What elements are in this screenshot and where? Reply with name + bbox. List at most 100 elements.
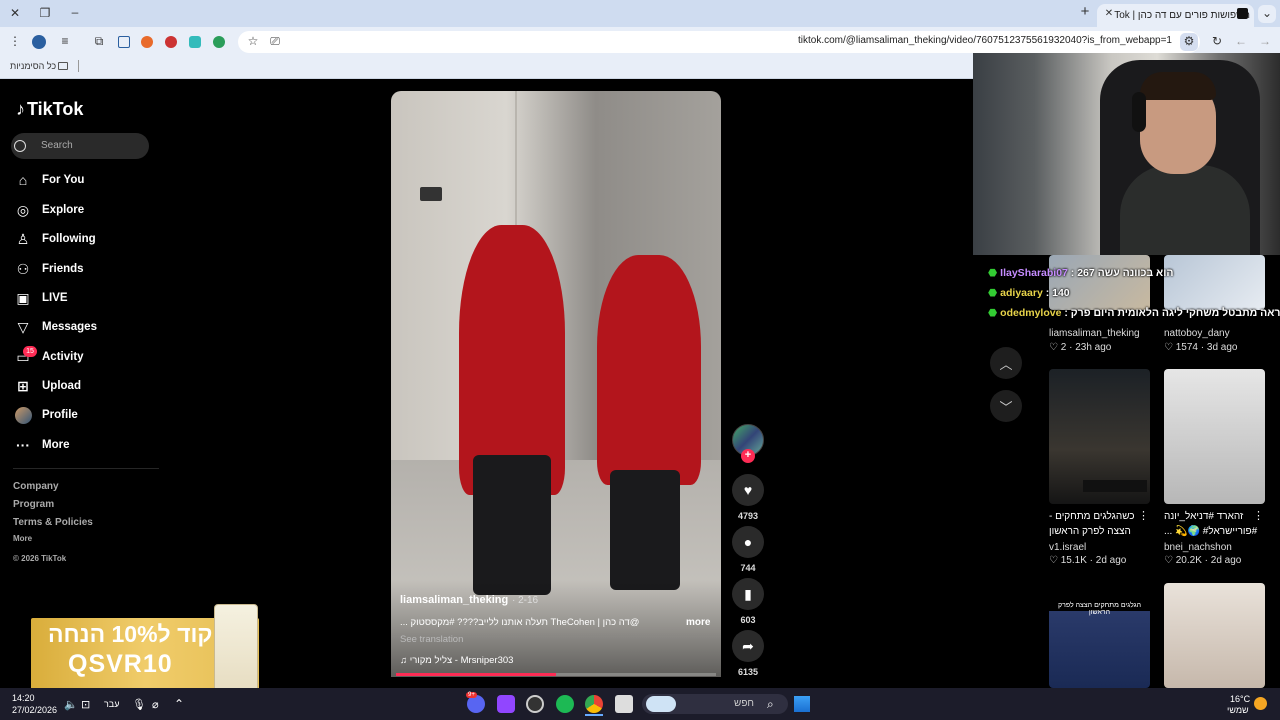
grid-author-1[interactable]: liamsaliman_theking	[1049, 328, 1140, 339]
close-window-icon[interactable]: ✕	[6, 5, 24, 23]
extension-green-icon[interactable]	[213, 36, 225, 48]
tiktok-note-icon: ♪	[16, 99, 25, 119]
grid-thumb-6[interactable]	[1164, 583, 1265, 688]
tab-title: חשפושות פורים עם דה כהן | Tok	[1114, 10, 1250, 21]
grid-thumb-4[interactable]	[1164, 369, 1265, 504]
comment-count: 744	[740, 563, 756, 573]
compass-icon: ◎	[16, 201, 30, 218]
extensions-puzzle-icon[interactable]: ⧉	[90, 33, 108, 51]
chat-badge-icon: ⬣	[988, 267, 998, 279]
weather-desc[interactable]: שמשי	[1227, 705, 1249, 715]
all-bookmarks-label[interactable]: כל הסימניות	[10, 61, 56, 71]
new-tab-icon[interactable]: +	[1076, 4, 1094, 22]
video-progress-bar[interactable]	[396, 673, 716, 676]
nav-profile[interactable]: Profile	[14, 403, 164, 427]
follow-plus-icon[interactable]: +	[741, 449, 755, 463]
grid-title-4[interactable]: זהארד #דניאל_יונה #פוריישראל# 🌍💫 ...	[1164, 509, 1264, 539]
active-tab[interactable]: חשפושות פורים עם דה כהן | Tok	[1097, 4, 1254, 27]
nav-upload[interactable]: ⊞ Upload	[14, 374, 164, 398]
grid-options-3-icon[interactable]: ⋮	[1138, 509, 1149, 522]
cast-icon[interactable]: ⎚	[266, 33, 284, 51]
grid-thumb-2[interactable]	[1164, 255, 1265, 310]
weather-temp[interactable]: 16°C	[1230, 694, 1250, 704]
profile-avatar-icon[interactable]	[32, 35, 46, 49]
grid-author-3[interactable]: v1.israel	[1049, 542, 1086, 553]
menu-kebab-icon[interactable]: ⋮	[6, 33, 24, 51]
share-button[interactable]: ➦	[732, 630, 764, 662]
site-settings-icon[interactable]: ⚙	[1180, 33, 1198, 51]
footer-program[interactable]: Program	[13, 499, 54, 510]
grid-thumb-1[interactable]	[1049, 255, 1150, 310]
video-author[interactable]: liamsaliman_theking	[400, 594, 508, 606]
grid-title-3[interactable]: כשהגלגים מתחקים - הצצה לפרק הראשון	[1049, 509, 1149, 539]
twitch-icon[interactable]	[497, 695, 515, 713]
extension-screen-icon[interactable]	[118, 36, 130, 48]
nav-following[interactable]: ♙ Following	[14, 227, 164, 251]
extension-orange-icon[interactable]	[141, 36, 153, 48]
tiktok-logo[interactable]: ♪ TikTok	[16, 99, 83, 120]
comment-icon: ●	[743, 534, 753, 550]
grid-options-4-icon[interactable]: ⋮	[1253, 509, 1264, 522]
footer-more[interactable]: More	[13, 534, 32, 543]
clock-time[interactable]: 14:20	[12, 693, 35, 703]
tab-search-chevron-icon[interactable]: ⌄	[1258, 5, 1276, 23]
activity-badge: 15	[23, 346, 37, 357]
back-icon[interactable]: →	[1256, 33, 1274, 51]
nav-live[interactable]: ▣ LIVE	[14, 286, 164, 310]
nav-friends[interactable]: ⚇ Friends	[14, 257, 164, 281]
nav-explore[interactable]: ◎ Explore	[14, 198, 164, 222]
video-child-right	[597, 255, 701, 485]
grid-thumb-5[interactable]	[1049, 583, 1150, 688]
clock-date[interactable]: 27/02/2026	[12, 705, 57, 715]
language-indicator[interactable]: עבר	[104, 699, 119, 709]
grid-thumb-3-caption-strip	[1083, 480, 1147, 492]
extension-teal-icon[interactable]	[189, 36, 201, 48]
chat-message: ⬣ odedmylove : שכנראה מתבטל משחקי ליגה הל…	[988, 307, 1280, 319]
nav-messages[interactable]: ▽ Messages	[14, 315, 164, 339]
tab-close-icon[interactable]: ✕	[1100, 6, 1118, 24]
like-button[interactable]: ♥	[732, 474, 764, 506]
webcam-headset	[1132, 92, 1146, 132]
save-button[interactable]: ▮	[732, 578, 764, 610]
url-text[interactable]: tiktok.com/@liamsaliman_theking/video/76…	[798, 35, 1172, 46]
search-input[interactable]: Search	[11, 133, 149, 159]
spotify-icon[interactable]	[556, 695, 574, 713]
network-icon[interactable]: ⊡	[81, 698, 90, 711]
previous-video-button[interactable]: ︿	[990, 347, 1022, 379]
grid-meta-2: ♡ 1574 · 3d ago	[1164, 342, 1238, 353]
nav-more[interactable]: ··· More	[14, 433, 164, 457]
grid-meta-4: ♡ 20.2K · 2d ago	[1164, 555, 1242, 566]
volume-icon[interactable]: 🔈	[64, 698, 78, 711]
chevron-down-icon: ﹀	[999, 399, 1013, 415]
obs-icon[interactable]	[526, 695, 544, 713]
grid-thumb-5-text: הגלגים מתחקים הצצה לפרק הראשון	[1057, 602, 1142, 616]
extension-red-icon[interactable]	[165, 36, 177, 48]
grid-author-4[interactable]: bnei_nachshon	[1164, 542, 1232, 553]
heart-outline-icon: ♡	[1164, 342, 1176, 353]
comment-button[interactable]: ●	[732, 526, 764, 558]
windows-start-icon[interactable]	[794, 696, 810, 712]
bookmark-star-icon[interactable]: ☆	[244, 33, 262, 51]
grid-meta-1: ♡ 2 · 23h ago	[1049, 342, 1112, 353]
caption-more-button[interactable]: more	[686, 617, 710, 628]
video-music[interactable]: ♫ צליל מקורי - Mrsniper303	[400, 655, 513, 666]
chevron-up-tray-icon[interactable]: ⌃	[174, 697, 184, 711]
see-translation-link[interactable]: See translation	[400, 634, 463, 645]
reload-icon[interactable]: ↻	[1208, 33, 1226, 51]
forward-icon[interactable]: ←	[1232, 33, 1250, 51]
microphone-icon[interactable]: 🎙	[132, 698, 146, 711]
file-explorer-icon[interactable]	[615, 695, 633, 713]
footer-terms[interactable]: Terms & Policies	[13, 517, 93, 528]
nav-for-you[interactable]: ⌂ For You	[14, 168, 164, 192]
chrome-icon[interactable]	[585, 695, 603, 713]
chat-message: ⬣ IlaySharabi07 : 267 הוא בכוונה עשה	[988, 267, 1174, 279]
minimize-window-icon[interactable]: –	[66, 4, 84, 22]
notifications-off-icon[interactable]: ⌀	[152, 698, 159, 711]
next-video-button[interactable]: ﹀	[990, 390, 1022, 422]
footer-company[interactable]: Company	[13, 481, 59, 492]
search-icon	[14, 140, 26, 152]
restore-window-icon[interactable]: ❐	[36, 5, 54, 23]
perfume-bottle-image	[214, 604, 258, 696]
grid-author-2[interactable]: nattoboy_dany	[1164, 328, 1230, 339]
reading-list-icon[interactable]: ≡	[56, 33, 74, 51]
